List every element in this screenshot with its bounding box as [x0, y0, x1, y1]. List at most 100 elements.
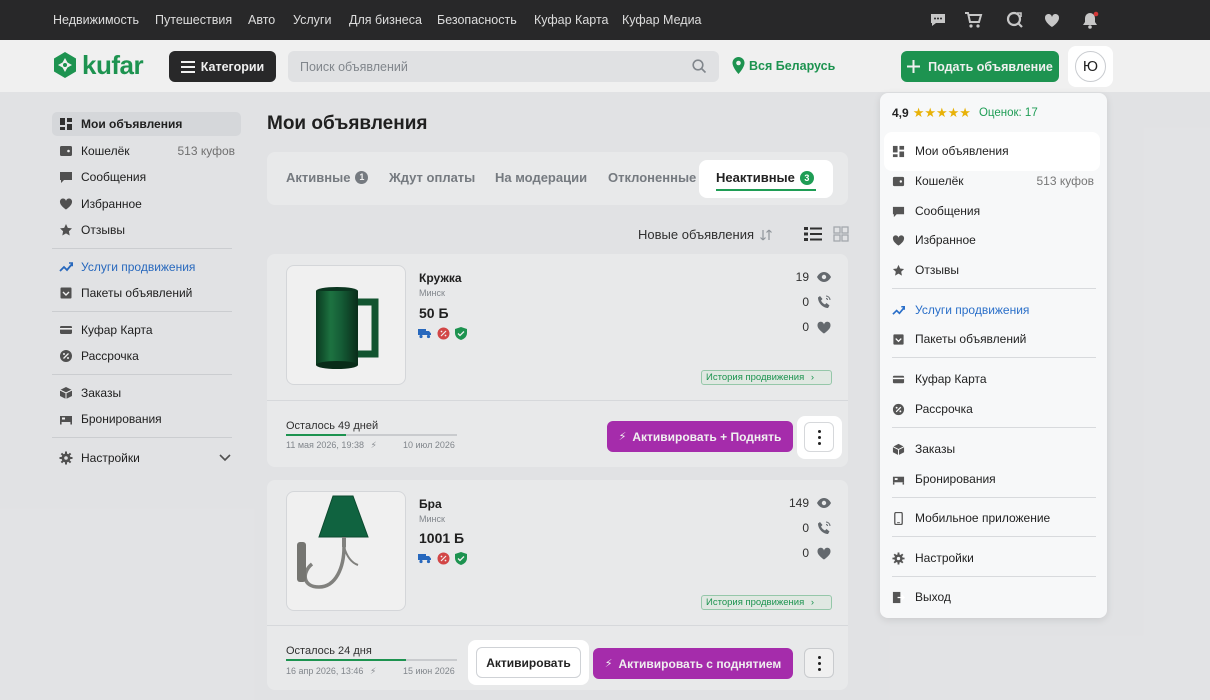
tab-rejected[interactable]: Отклоненные [608, 170, 696, 185]
sidebar-item-favorites[interactable]: Избранное [52, 192, 241, 216]
sidebar-item-label: Настройки [81, 451, 140, 465]
chat-icon[interactable] [928, 10, 948, 30]
categories-button[interactable]: Категории [169, 51, 276, 82]
tab-active[interactable]: Активные 1 [286, 170, 369, 185]
promotion-history-link[interactable]: История продвижения › [701, 595, 832, 610]
views-count: 19 [795, 270, 809, 284]
kufar-logo[interactable]: kufar [52, 51, 144, 79]
region-label: Вся Беларусь [749, 58, 836, 73]
activate-and-raise-button[interactable]: ⚡ Активировать + Поднять [607, 421, 793, 452]
post-ad-button[interactable]: Подать объявление [901, 51, 1059, 82]
dropdown-divider [892, 536, 1096, 537]
topnav-link-services[interactable]: Услуги [293, 13, 331, 27]
more-options-button[interactable] [804, 422, 834, 452]
dropdown-item-installments[interactable]: Рассрочка [880, 397, 1107, 421]
more-options-button[interactable] [804, 648, 834, 678]
dropdown-item-label: Услуги продвижения [915, 303, 1030, 317]
installment-badge-icon [437, 327, 450, 340]
sidebar-item-promotion-services[interactable]: Услуги продвижения [52, 255, 241, 279]
date-from-text: 16 апр 2026, 13:46 [286, 666, 364, 676]
tab-label: Неактивные [716, 170, 795, 185]
dropdown-item-ad-packages[interactable]: Пакеты объявлений [880, 327, 1107, 351]
tab-inactive[interactable]: Неактивные 3 [699, 160, 833, 198]
listing-image-lamp[interactable] [286, 491, 406, 611]
dropdown-item-reviews[interactable]: Отзывы [880, 258, 1107, 282]
sidebar-item-messages[interactable]: Сообщения [52, 165, 241, 189]
sidebar-item-settings[interactable]: Настройки [52, 446, 241, 470]
promotion-history-label: История продвижения [706, 597, 805, 608]
topnav-link-security[interactable]: Безопасность [437, 13, 517, 27]
sidebar-item-kufar-card[interactable]: Куфар Карта [52, 318, 241, 342]
shield-check-icon [455, 327, 467, 340]
dropdown-item-kufar-card[interactable]: Куфар Карта [880, 367, 1107, 391]
topnav-link-business[interactable]: Для бизнеса [349, 13, 422, 27]
sidebar-item-wallet[interactable]: Кошелёк 513 куфов [52, 139, 241, 163]
activate-with-raise-button[interactable]: ⚡ Активировать с поднятием [593, 648, 793, 679]
sidebar-divider [52, 311, 232, 312]
dropdown-item-bookings[interactable]: Бронирования [880, 467, 1107, 491]
dropdown-item-mobile-app[interactable]: Мобильное приложение [880, 506, 1107, 530]
dropdown-item-my-ads[interactable]: Мои объявления [884, 132, 1100, 171]
sidebar-item-ad-packages[interactable]: Пакеты объявлений [52, 281, 241, 305]
listing-title[interactable]: Кружка [419, 271, 462, 285]
sidebar-item-label: Сообщения [81, 170, 147, 184]
chevron-down-icon[interactable] [219, 453, 231, 462]
activate-button[interactable]: Активировать [476, 647, 581, 678]
sort-arrows-icon [760, 229, 772, 240]
top-navigation-bar: Недвижимость Путешествия Авто Услуги Для… [0, 0, 1210, 40]
topnav-link-auto[interactable]: Авто [248, 13, 275, 27]
sidebar-item-installments[interactable]: Рассрочка [52, 344, 241, 368]
topnav-link-realty[interactable]: Недвижимость [53, 13, 139, 27]
tab-awaiting-payment[interactable]: Ждут оплаты [389, 170, 475, 185]
listing-title[interactable]: Бра [419, 497, 442, 511]
sidebar-divider [52, 248, 232, 249]
dropdown-item-wallet[interactable]: Кошелёк 513 куфов [880, 169, 1107, 193]
favorites-count: 0 [802, 320, 809, 334]
cart-icon[interactable] [963, 10, 983, 30]
region-selector[interactable]: Вся Беларусь [732, 57, 835, 74]
avatar[interactable]: Ю [1075, 51, 1106, 82]
topnav-link-travel[interactable]: Путешествия [155, 13, 232, 27]
dropdown-item-label: Бронирования [915, 472, 996, 486]
tab-moderation[interactable]: На модерации [495, 170, 587, 185]
card-icon [892, 375, 905, 383]
card-separator [267, 400, 848, 401]
categories-label: Категории [200, 59, 265, 74]
compare-icon[interactable] [1005, 10, 1025, 30]
tab-active-underline [716, 189, 816, 191]
heart-icon[interactable] [1042, 10, 1062, 30]
user-rating[interactable]: 4,9 ★★★★★ Оценок: 17 [892, 105, 1038, 121]
sidebar-item-reviews[interactable]: Отзывы [52, 218, 241, 242]
bell-icon[interactable] [1080, 10, 1100, 30]
dropdown-item-settings[interactable]: Настройки [880, 546, 1107, 570]
message-icon [60, 172, 72, 183]
remaining-days: Осталось 24 дня [286, 645, 372, 657]
list-view-icon[interactable] [804, 226, 822, 242]
sort-selector[interactable]: Новые объявления [638, 227, 773, 242]
heart-icon [817, 321, 831, 333]
listing-image-mug[interactable] [286, 265, 406, 385]
tab-label: На модерации [495, 170, 588, 185]
listing-calls: 0 [787, 521, 831, 535]
dropdown-item-messages[interactable]: Сообщения [880, 199, 1107, 223]
listing-views: 149 [787, 496, 831, 510]
search-input[interactable]: Поиск объявлений [288, 51, 719, 82]
dropdown-item-favorites[interactable]: Избранное [880, 228, 1107, 252]
menu-icon [180, 60, 195, 73]
bolt-icon: ⚡ [370, 440, 377, 450]
sidebar-item-my-ads[interactable]: Мои объявления [52, 112, 241, 136]
topnav-link-kufar-media[interactable]: Куфар Медиа [622, 13, 702, 27]
dropdown-item-logout[interactable]: Выход [880, 585, 1107, 609]
percent-icon [892, 403, 905, 415]
dropdown-item-orders[interactable]: Заказы [880, 437, 1107, 461]
grid-view-icon[interactable] [832, 226, 850, 242]
topnav-link-kufar-card[interactable]: Куфар Карта [534, 13, 609, 27]
search-icon[interactable] [692, 59, 707, 74]
eye-icon [817, 498, 831, 508]
dropdown-item-promotion-services[interactable]: Услуги продвижения [880, 298, 1107, 322]
sidebar-item-bookings[interactable]: Бронирования [52, 407, 241, 431]
sidebar-divider [52, 437, 232, 438]
promotion-history-link[interactable]: История продвижения › [701, 370, 832, 385]
tab-count-badge: 3 [799, 170, 814, 185]
sidebar-item-orders[interactable]: Заказы [52, 381, 241, 405]
